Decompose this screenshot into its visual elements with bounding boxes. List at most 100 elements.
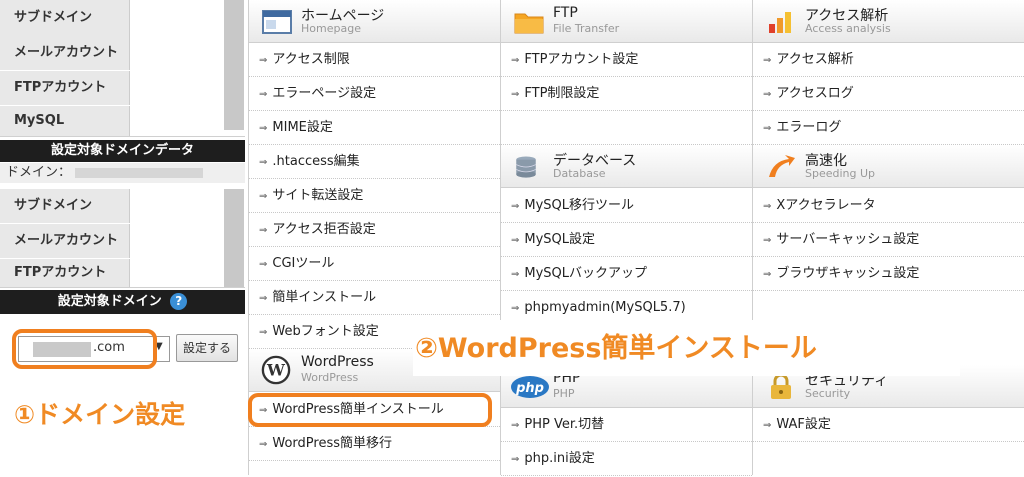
left-row-mail[interactable]: メールアカウント: [0, 36, 245, 72]
menu-item-label: WAF設定: [776, 417, 831, 432]
left-row-label: メールアカウント: [0, 224, 130, 258]
php-icon: php: [511, 376, 549, 398]
menu-item[interactable]: ⇒ アクセスログ: [753, 77, 1024, 111]
menu-item-label: ブラウザキャッシュ設定: [776, 266, 920, 281]
domain-label-text: ドメイン：: [6, 165, 72, 180]
menu-item[interactable]: ⇒ アクセス拒否設定: [249, 213, 500, 247]
menu-item-label: .htaccess編集: [272, 154, 360, 169]
section-title: FTP: [553, 5, 578, 21]
section-subtitle: Homepage: [301, 22, 361, 35]
menu-item-label: MySQLバックアップ: [524, 266, 648, 281]
highlight-step2: [248, 393, 492, 427]
menu-item[interactable]: ⇒ MIME設定: [249, 111, 500, 145]
arrow-icon: ⇒: [259, 123, 268, 134]
left-row-subdomain[interactable]: サブドメイン: [0, 0, 245, 37]
menu-item[interactable]: ⇒ エラーログ: [753, 111, 1024, 145]
menu-item[interactable]: ⇒ FTPアカウント設定: [501, 43, 752, 77]
arrow-icon: ⇒: [763, 89, 772, 100]
section-title: WordPress: [301, 354, 374, 370]
scroll-bar[interactable]: [224, 106, 244, 130]
menu-item[interactable]: ⇒ PHP Ver.切替: [501, 408, 752, 442]
menu-item[interactable]: ⇒ ブラウザキャッシュ設定: [753, 257, 1024, 291]
scroll-bar[interactable]: [224, 71, 244, 106]
annotation-step2: ②WordPress簡単インストール: [415, 333, 817, 364]
menu-item[interactable]: ⇒ アクセス解析: [753, 43, 1024, 77]
menu-item-label: サイト転送設定: [272, 188, 364, 203]
menu-item-label: WordPress簡単移行: [272, 436, 393, 451]
arrow-icon: ⇒: [511, 420, 520, 431]
arrow-icon: ⇒: [259, 259, 268, 270]
menu-item[interactable]: ⇒ エラーページ設定: [249, 77, 500, 111]
menu-item[interactable]: ⇒ WordPress簡単移行: [249, 427, 500, 461]
scroll-bar[interactable]: [224, 189, 244, 224]
window-icon: [262, 10, 292, 34]
menu-item[interactable]: ⇒ サイト転送設定: [249, 179, 500, 213]
arrow-icon: ⇒: [511, 454, 520, 465]
menu-item-label: アクセスログ: [776, 86, 854, 101]
section-subtitle: Speeding Up: [805, 167, 876, 180]
speed-icon: [769, 155, 795, 177]
section-header-ftp: FTP File Transfer: [501, 0, 752, 43]
highlight-step1: [12, 329, 157, 369]
scroll-bar[interactable]: [224, 259, 244, 287]
menu-item[interactable]: ⇒ MySQLバックアップ: [501, 257, 752, 291]
menu-item-label: エラーログ: [776, 120, 842, 135]
menu-item[interactable]: ⇒ サーバーキャッシュ設定: [753, 223, 1024, 257]
arrow-icon: ⇒: [259, 327, 268, 338]
menu-item[interactable]: ⇒ .htaccess編集: [249, 145, 500, 179]
arrow-icon: ⇒: [511, 303, 520, 314]
menu-item[interactable]: ⇒ WAF設定: [753, 408, 1024, 442]
arrow-icon: ⇒: [763, 201, 772, 212]
wordpress-icon: W: [261, 355, 291, 385]
arrow-icon: ⇒: [511, 89, 520, 100]
section-subtitle: Security: [805, 387, 851, 400]
menu-item-label: サーバーキャッシュ設定: [776, 232, 920, 247]
left-row-ftp[interactable]: FTPアカウント: [0, 71, 245, 107]
domain-data-header: 設定対象ドメインデータ: [0, 140, 245, 162]
menu-item[interactable]: ⇒ FTP制限設定: [501, 77, 752, 111]
section-subtitle: PHP: [553, 387, 575, 400]
arrow-icon: ⇒: [763, 269, 772, 280]
left-row-mysql[interactable]: MySQL: [0, 106, 245, 137]
scroll-bar[interactable]: [224, 224, 244, 259]
left-row-label: サブドメイン: [0, 0, 130, 36]
menu-item-label: アクセス解析: [776, 52, 854, 67]
help-icon[interactable]: ?: [170, 293, 188, 310]
menu-item-label: FTP制限設定: [524, 86, 600, 101]
database-icon: [516, 156, 536, 178]
section-subtitle: WordPress: [301, 371, 359, 384]
arrow-icon: ⇒: [763, 235, 772, 246]
arrow-icon: ⇒: [259, 157, 268, 168]
scroll-bar[interactable]: [224, 0, 244, 36]
set-domain-button[interactable]: 設定する: [176, 334, 238, 362]
menu-item-label: MySQL設定: [524, 232, 596, 247]
menu-item[interactable]: ⇒ MySQL設定: [501, 223, 752, 257]
menu-item-label: CGIツール: [272, 256, 335, 271]
menu-item-label: Webフォント設定: [272, 324, 379, 339]
arrow-icon: ⇒: [511, 235, 520, 246]
menu-item[interactable]: ⇒ MySQL移行ツール: [501, 189, 752, 223]
section-header-access: アクセス解析 Access analysis: [753, 0, 1024, 43]
left-row-label: サブドメイン: [0, 189, 130, 223]
menu-item-label: FTPアカウント設定: [524, 52, 639, 67]
arrow-icon: ⇒: [511, 201, 520, 212]
domain-label: ドメイン：: [0, 163, 245, 183]
left-row-mail[interactable]: メールアカウント: [0, 224, 245, 260]
menu-item[interactable]: ⇒ php.ini設定: [501, 442, 752, 476]
menu-item[interactable]: ⇒ Xアクセラレータ: [753, 189, 1024, 223]
arrow-icon: ⇒: [763, 55, 772, 66]
arrow-icon: ⇒: [763, 123, 772, 134]
menu-item[interactable]: ⇒ CGIツール: [249, 247, 500, 281]
section-header-homepage: ホームページ Homepage: [249, 0, 500, 43]
arrow-icon: ⇒: [259, 225, 268, 236]
menu-item[interactable]: ⇒ 簡単インストール: [249, 281, 500, 315]
scroll-bar[interactable]: [224, 36, 244, 71]
chart-icon: [769, 12, 791, 33]
menu-item-label: アクセス制限: [272, 52, 350, 67]
lock-icon: [771, 373, 791, 399]
menu-item[interactable]: ⇒ アクセス制限: [249, 43, 500, 77]
menu-item-label: MIME設定: [272, 120, 333, 135]
target-domain-header: 設定対象ドメイン ?: [0, 290, 245, 314]
left-row-ftp[interactable]: FTPアカウント: [0, 259, 245, 288]
left-row-subdomain[interactable]: サブドメイン: [0, 189, 245, 225]
